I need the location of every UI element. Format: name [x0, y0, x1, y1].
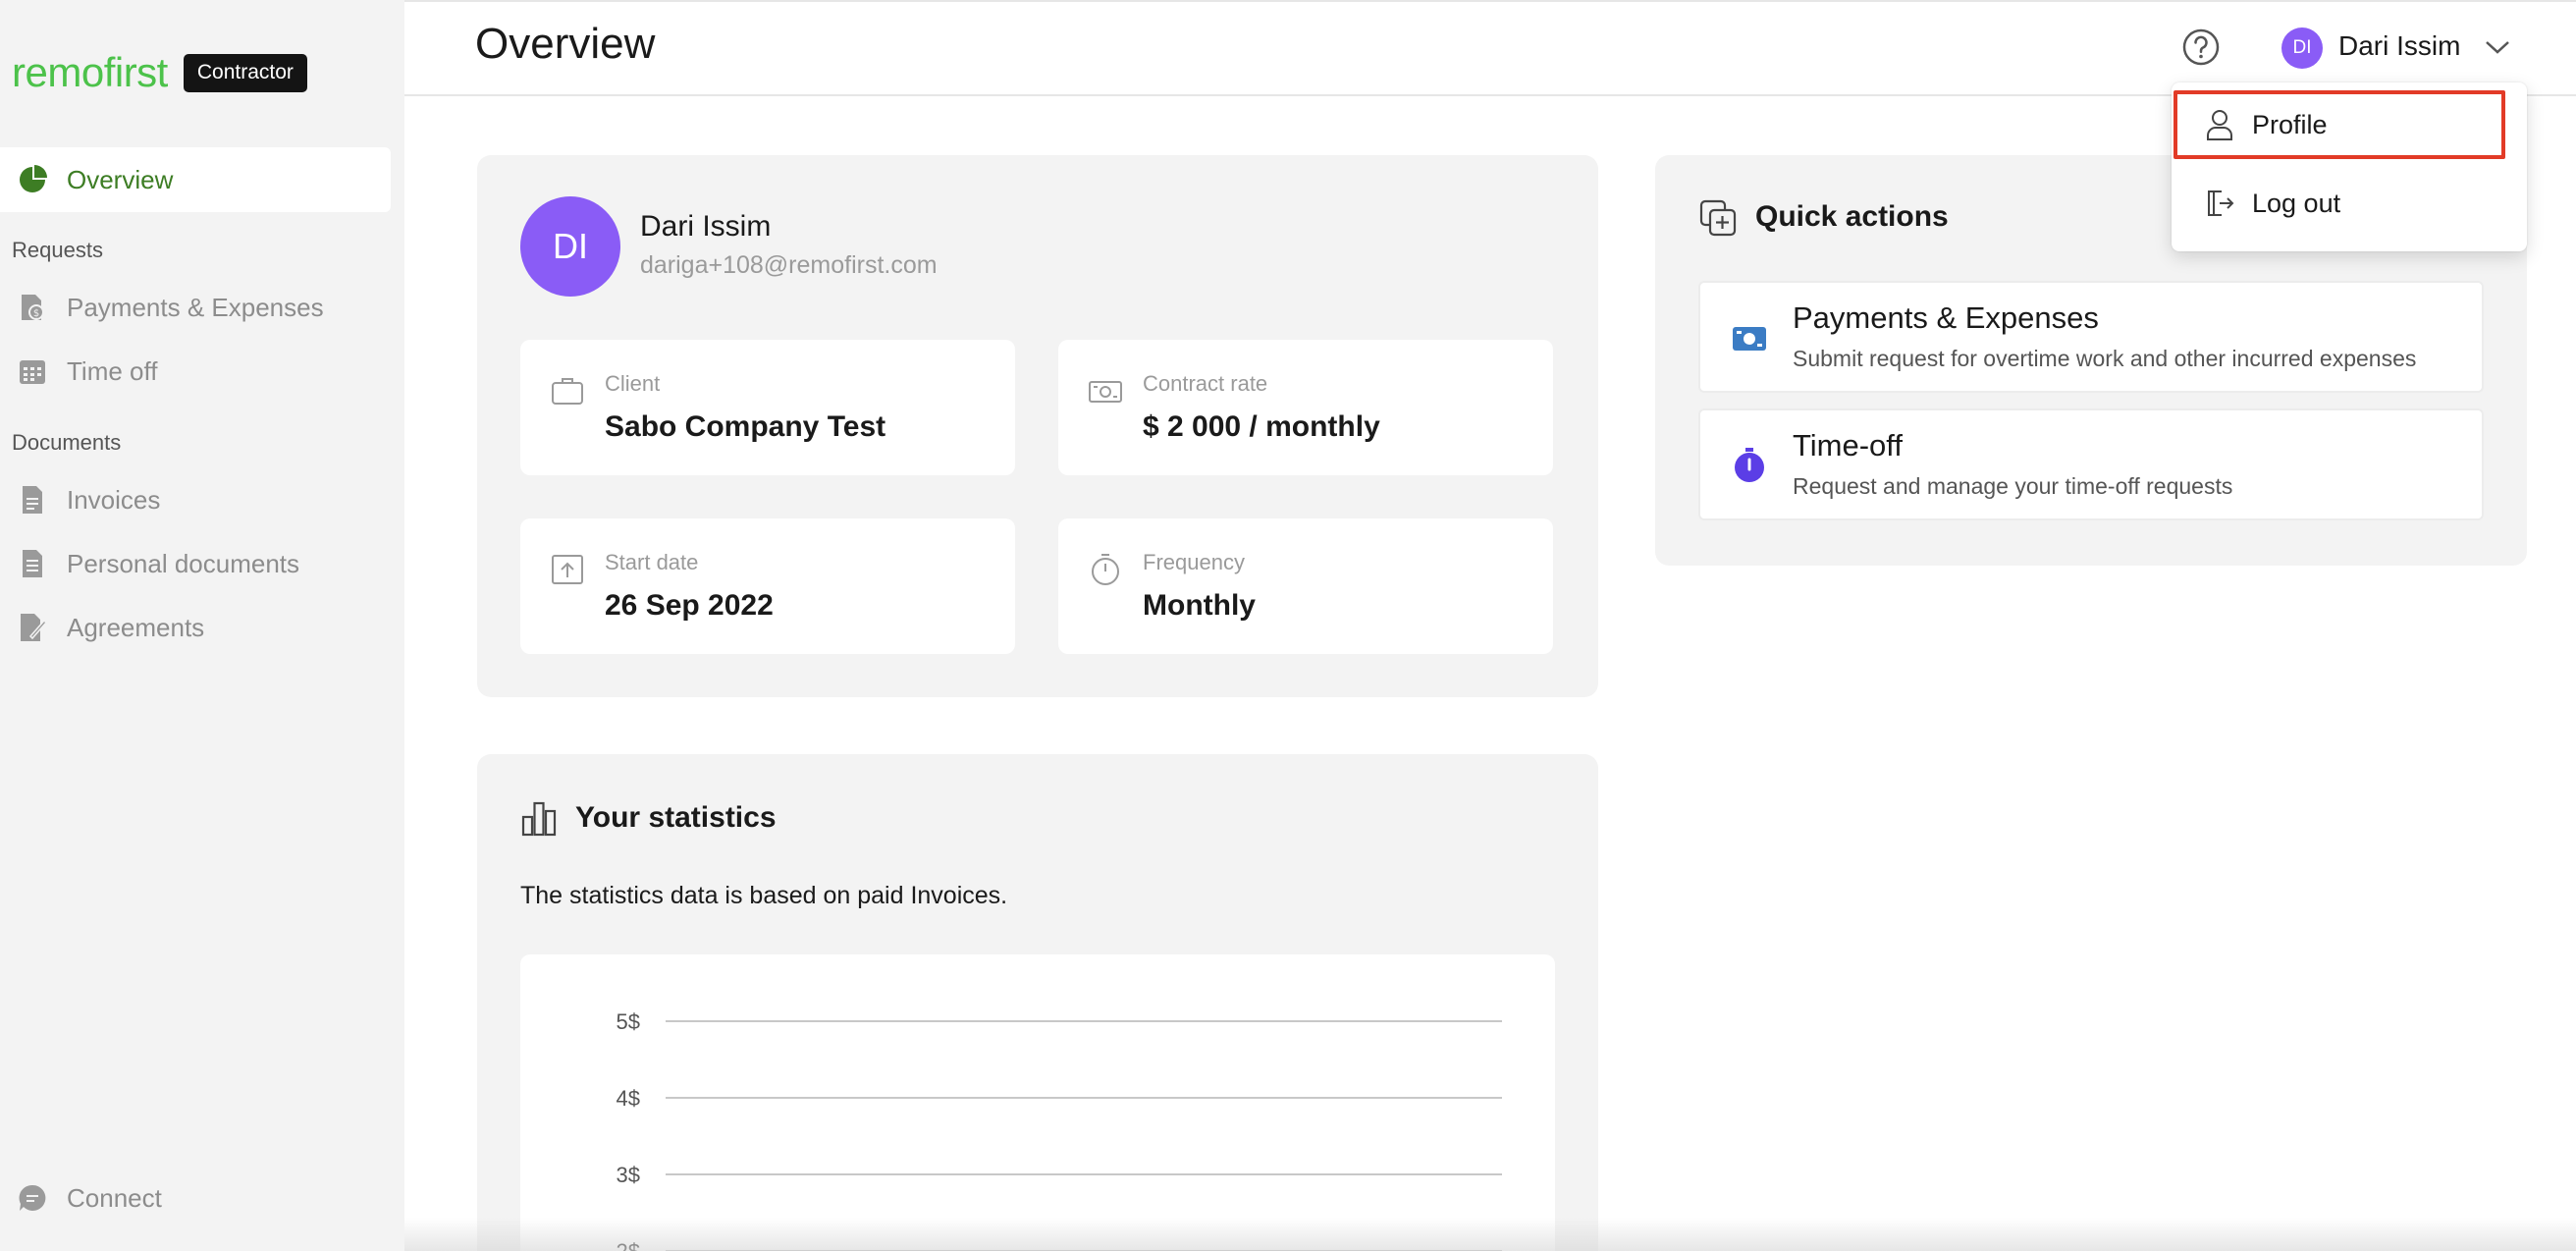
- add-stack-icon: [1698, 198, 1738, 238]
- cash-icon: [1730, 318, 1769, 357]
- chart-y-tick-label: 5$: [617, 1009, 640, 1034]
- brand-logo[interactable]: remofirst Contractor: [12, 49, 307, 96]
- agreement-sign-icon: [18, 613, 47, 642]
- user-icon: [2203, 108, 2236, 141]
- avatar[interactable]: DI: [2281, 27, 2323, 69]
- invoice-icon: [18, 485, 47, 515]
- sidebar-item-invoices[interactable]: Invoices: [0, 467, 391, 532]
- scroll-fade: [404, 1218, 2576, 1251]
- quick-action-time-off[interactable]: Time-off Request and manage your time-of…: [1698, 408, 2484, 520]
- logo-text: remofirst: [12, 49, 168, 95]
- section-documents: Documents: [12, 430, 122, 455]
- chart-y-tick-label: 3$: [617, 1163, 640, 1187]
- start-date-value: 26 Sep 2022: [605, 589, 774, 622]
- sidebar-item-label: Overview: [67, 164, 174, 194]
- sidebar-item-label: Personal documents: [67, 548, 300, 578]
- user-name[interactable]: Dari Issim: [2338, 30, 2460, 62]
- svg-text:$: $: [33, 308, 39, 319]
- menu-item-label: Profile: [2252, 109, 2328, 139]
- sidebar-item-payments[interactable]: $ Payments & Expenses: [0, 275, 391, 340]
- frequency-label: Frequency: [1143, 550, 1245, 574]
- statistics-card: Your statistics The statistics data is b…: [477, 754, 1598, 1251]
- stopwatch-icon: [1730, 446, 1769, 485]
- statistics-chart: 5$4$3$2$: [520, 954, 1555, 1251]
- quick-action-desc: Submit request for overtime work and oth…: [1793, 346, 2417, 371]
- profile-name: Dari Issim: [640, 210, 772, 243]
- start-date-tile: Start date 26 Sep 2022: [520, 518, 1015, 654]
- frequency-value: Monthly: [1143, 589, 1256, 622]
- chart-svg: 5$4$3$2$: [617, 1009, 1502, 1251]
- sidebar-item-label: Agreements: [67, 612, 205, 642]
- sidebar-item-agreements[interactable]: Agreements: [0, 595, 391, 660]
- menu-item-profile[interactable]: Profile: [2174, 90, 2505, 159]
- bar-chart-icon: [520, 799, 558, 837]
- section-requests: Requests: [12, 238, 103, 262]
- statistics-title: Your statistics: [575, 801, 777, 834]
- sidebar-item-time-off[interactable]: Time off: [0, 339, 391, 404]
- payment-document-icon: $: [18, 293, 47, 322]
- quick-actions-title: Quick actions: [1755, 200, 1949, 233]
- sidebar-item-label: Invoices: [67, 484, 161, 515]
- chat-bubble-icon: [18, 1183, 47, 1213]
- document-icon: [18, 549, 47, 578]
- client-value: Sabo Company Test: [605, 410, 886, 443]
- pie-chart-icon: [18, 165, 47, 194]
- client-tile: Client Sabo Company Test: [520, 340, 1015, 475]
- profile-avatar: DI: [520, 196, 620, 297]
- profile-email: dariga+108@remofirst.com: [640, 251, 938, 279]
- start-date-label: Start date: [605, 550, 699, 574]
- sidebar-item-label: Payments & Expenses: [67, 292, 324, 322]
- contract-rate-label: Contract rate: [1143, 371, 1268, 396]
- briefcase-icon: [550, 373, 585, 408]
- calendar-icon: [18, 356, 47, 386]
- statistics-subtitle: The statistics data is based on paid Inv…: [520, 882, 1008, 909]
- quick-action-payments[interactable]: Payments & Expenses Submit request for o…: [1698, 281, 2484, 393]
- quick-action-desc: Request and manage your time-off request…: [1793, 473, 2233, 499]
- sidebar-item-connect[interactable]: Connect: [0, 1166, 391, 1230]
- stopwatch-icon: [1088, 552, 1123, 587]
- user-menu-dropdown: Profile Log out: [2172, 82, 2527, 251]
- quick-action-title: Time-off: [1793, 428, 1903, 462]
- contract-rate-value: $ 2 000 / monthly: [1143, 410, 1380, 443]
- frequency-tile: Frequency Monthly: [1058, 518, 1553, 654]
- sidebar-item-personal-documents[interactable]: Personal documents: [0, 531, 391, 596]
- quick-action-title: Payments & Expenses: [1793, 300, 2099, 335]
- sidebar: remofirst Contractor Overview Requests $…: [0, 0, 404, 1251]
- banknote-icon: [1088, 373, 1123, 408]
- help-icon[interactable]: [2181, 27, 2221, 67]
- logout-icon: [2203, 187, 2236, 220]
- chart-y-tick-label: 4$: [617, 1086, 640, 1111]
- sidebar-item-overview[interactable]: Overview: [0, 147, 391, 212]
- page-title: Overview: [475, 20, 656, 68]
- menu-item-label: Log out: [2252, 188, 2341, 218]
- sidebar-item-label: Time off: [67, 355, 158, 386]
- sidebar-item-label: Connect: [67, 1182, 162, 1213]
- role-badge: Contractor: [183, 53, 307, 92]
- contract-rate-tile: Contract rate $ 2 000 / monthly: [1058, 340, 1553, 475]
- client-label: Client: [605, 371, 661, 396]
- chevron-down-icon[interactable]: [2484, 37, 2511, 57]
- upload-calendar-icon: [550, 552, 585, 587]
- profile-card: DI Dari Issim dariga+108@remofirst.com C…: [477, 155, 1598, 697]
- menu-item-logout[interactable]: Log out: [2174, 169, 2527, 238]
